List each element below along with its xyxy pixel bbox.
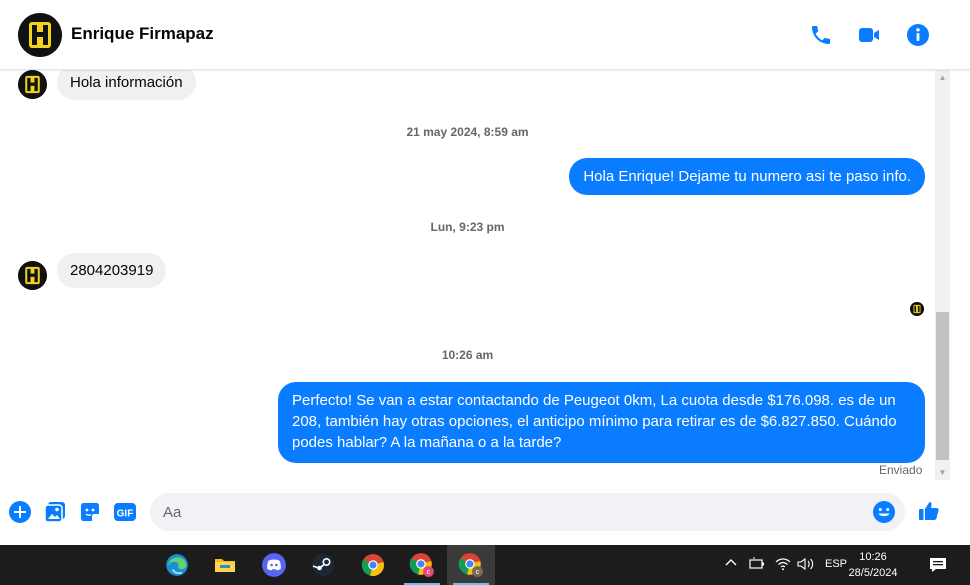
chevron-up-icon[interactable] xyxy=(724,556,738,573)
chrome-profile-icon[interactable]: c xyxy=(398,545,446,585)
video-call-icon[interactable] xyxy=(856,22,882,48)
gif-icon[interactable]: GIF xyxy=(113,500,137,524)
seen-indicator-avatar xyxy=(910,302,924,316)
messenger-window: Enrique Firmapaz Hola información 21 may… xyxy=(0,0,970,545)
volume-icon[interactable] xyxy=(796,556,816,575)
system-clock[interactable]: 10:26 28/5/2024 xyxy=(838,549,908,581)
timestamp: 21 may 2024, 8:59 am xyxy=(406,125,529,139)
sender-avatar xyxy=(18,70,47,99)
svg-text:c: c xyxy=(476,567,480,576)
sender-avatar xyxy=(18,261,47,290)
message-thread[interactable]: Hola información 21 may 2024, 8:59 am Ho… xyxy=(0,70,935,480)
file-explorer-icon[interactable] xyxy=(201,545,249,585)
timestamp: Lun, 9:23 pm xyxy=(430,220,505,234)
outgoing-message[interactable]: Hola Enrique! Dejame tu numero asi te pa… xyxy=(569,158,925,195)
message-input[interactable] xyxy=(163,493,863,531)
chrome-icon[interactable] xyxy=(349,545,397,585)
svg-text:GIF: GIF xyxy=(117,509,134,520)
composer-bar: GIF xyxy=(0,480,970,545)
scroll-thumb[interactable] xyxy=(936,312,949,460)
notifications-icon[interactable] xyxy=(928,555,948,578)
outgoing-message[interactable]: Perfecto! Se van a estar contactando de … xyxy=(278,382,925,463)
battery-icon[interactable] xyxy=(748,556,766,575)
svg-text:c: c xyxy=(427,567,431,576)
phone-icon[interactable] xyxy=(808,22,834,48)
wifi-icon[interactable] xyxy=(774,556,792,575)
incoming-message[interactable]: Hola información xyxy=(57,70,196,100)
windows-taskbar: c c ESP 10:26 28/5/2024 xyxy=(0,545,970,585)
sticker-icon[interactable] xyxy=(78,500,102,524)
edge-icon[interactable] xyxy=(153,545,201,585)
incoming-message[interactable]: 2804203919 xyxy=(57,253,167,288)
chat-header: Enrique Firmapaz xyxy=(0,0,970,70)
scroll-down-arrow[interactable]: ▼ xyxy=(935,465,950,480)
sent-status: Enviado xyxy=(879,463,923,477)
clock-date: 28/5/2024 xyxy=(848,567,898,579)
plus-icon[interactable] xyxy=(8,500,32,524)
info-icon[interactable] xyxy=(905,22,931,48)
discord-icon[interactable] xyxy=(250,545,298,585)
scroll-up-arrow[interactable]: ▲ xyxy=(935,70,950,85)
like-icon[interactable] xyxy=(917,499,941,523)
message-input-box[interactable] xyxy=(150,493,905,531)
steam-icon[interactable] xyxy=(299,545,347,585)
clock-time: 10:26 xyxy=(859,551,887,563)
contact-name[interactable]: Enrique Firmapaz xyxy=(71,24,214,44)
contact-avatar[interactable] xyxy=(18,13,62,57)
emoji-icon[interactable] xyxy=(872,500,896,524)
chrome-profile-active-icon[interactable]: c xyxy=(447,545,495,585)
timestamp: 10:26 am xyxy=(441,348,494,362)
scrollbar[interactable]: ▲ ▼ xyxy=(935,70,950,480)
gallery-icon[interactable] xyxy=(43,500,67,524)
